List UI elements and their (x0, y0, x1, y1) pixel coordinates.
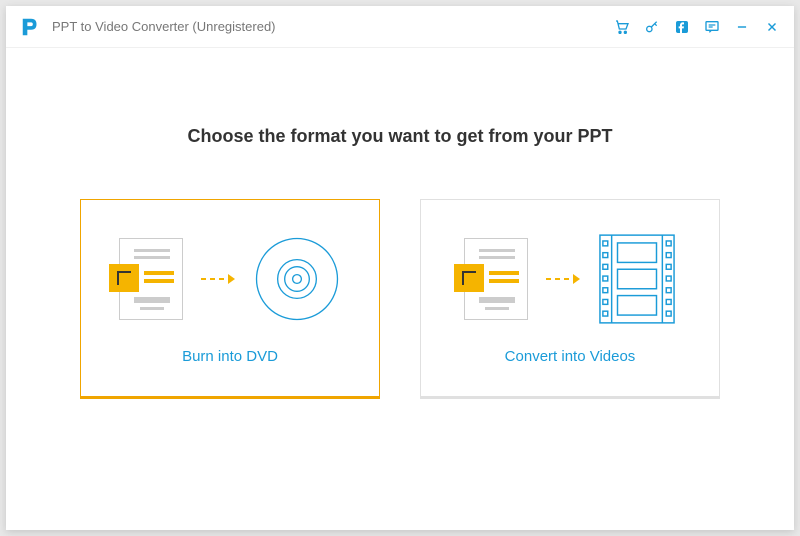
dvd-disc-icon (253, 235, 341, 323)
option-burn-dvd[interactable]: Burn into DVD (80, 199, 380, 399)
main-content: Choose the format you want to get from y… (6, 48, 794, 530)
window-title: PPT to Video Converter (Unregistered) (52, 19, 614, 34)
facebook-icon[interactable] (674, 19, 690, 35)
close-icon[interactable] (764, 19, 780, 35)
shopping-cart-icon[interactable] (614, 19, 630, 35)
app-window: PPT to Video Converter (Unregistered) (6, 6, 794, 530)
dvd-graphic (100, 224, 360, 334)
titlebar: PPT to Video Converter (Unregistered) (6, 6, 794, 48)
page-heading: Choose the format you want to get from y… (187, 126, 612, 147)
video-graphic (440, 224, 700, 334)
format-options: Burn into DVD (80, 199, 720, 399)
minimize-icon[interactable] (734, 19, 750, 35)
titlebar-actions (614, 19, 780, 35)
arrow-icon (546, 274, 580, 284)
key-icon[interactable] (644, 19, 660, 35)
video-film-icon (598, 233, 676, 325)
feedback-icon[interactable] (704, 19, 720, 35)
option-label: Burn into DVD (182, 348, 278, 365)
option-label: Convert into Videos (505, 348, 636, 365)
app-logo-icon (20, 16, 42, 38)
option-convert-video[interactable]: Convert into Videos (420, 199, 720, 399)
arrow-icon (201, 274, 235, 284)
ppt-document-icon (464, 238, 528, 320)
ppt-document-icon (119, 238, 183, 320)
